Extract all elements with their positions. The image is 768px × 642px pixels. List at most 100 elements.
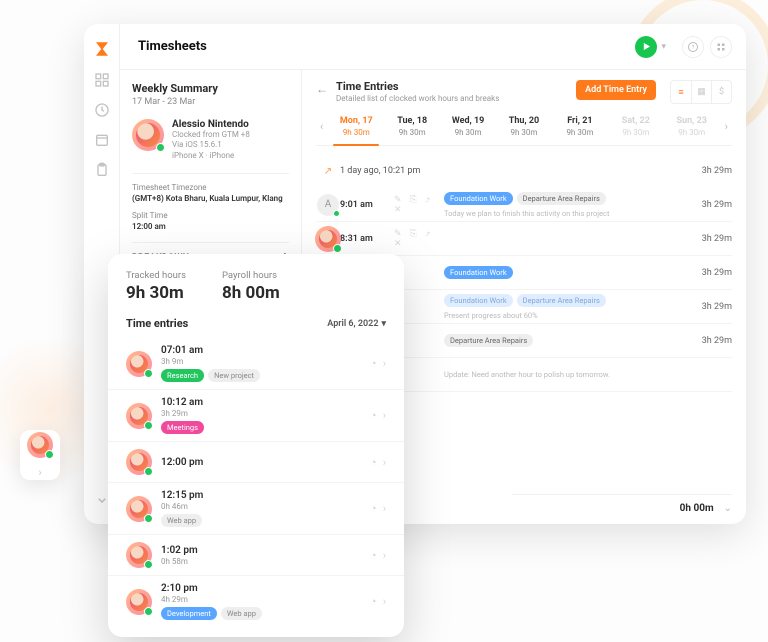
add-time-entry-button[interactable]: Add Time Entry [576,80,656,100]
user-meta-2: Via iOS 15.6.1 [172,140,250,150]
back-button[interactable]: ← [316,82,328,96]
popup-entry[interactable]: 10:12 am3h 29m Meetings ◔ › [108,389,404,441]
page-title: Timesheets [138,39,207,54]
next-week-button[interactable]: › [721,120,732,133]
mini-rail: › [20,430,60,480]
calendar-icon[interactable] [94,132,110,148]
entry-note: Update: Need another hour to polish up t… [444,370,610,379]
popup-avatar [126,351,152,377]
payroll-value: 8h 00m [222,283,280,303]
popup-avatar [126,542,152,568]
chevron-right-icon[interactable]: › [383,409,386,422]
arrow-out-icon: ↗ [324,166,332,177]
popup-entry-dur: 3h 29m [161,409,361,418]
day-tab[interactable]: Fri, 219h 30m [553,116,607,137]
split-label: Split Time [132,211,168,220]
prev-week-button[interactable]: ‹ [316,120,327,133]
play-caret-icon[interactable]: ▾ [661,42,666,52]
user-meta-1: Clocked from GTM +8 [172,130,250,140]
help-button[interactable]: ? [682,36,704,58]
popup-entry[interactable]: 2:10 pm4h 29m Development Web app ◔ › [108,575,404,627]
apps-button[interactable] [710,36,732,58]
chevron-right-icon[interactable]: › [383,549,386,562]
caret-down-icon: ▾ [381,319,386,329]
summary-range: 17 Mar - 23 Mar [132,97,289,107]
popup-tag: Meetings [161,421,204,434]
entries-subtitle: Detailed list of clocked work hours and … [336,94,499,103]
entry-time: 8:31 am [340,234,394,244]
svg-text:?: ? [692,45,695,51]
chevron-right-icon[interactable]: › [383,502,386,515]
popup-date-picker[interactable]: April 6, 2022 ▾ [327,319,386,329]
app-logo [93,40,111,58]
clipboard-icon[interactable] [94,162,110,178]
tracked-value: 9h 30m [126,283,186,303]
clock-icon: ◔ [370,595,377,608]
day-tab[interactable]: Sun, 239h 30m [665,116,719,137]
mini-avatar[interactable] [27,432,53,458]
dashboard-icon[interactable] [94,72,110,88]
popup-avatar [126,496,152,522]
popup-avatar [126,403,152,429]
entry-row[interactable]: 8:31 am✎ ⎘ ⤴ ✕ 3h 29m [316,222,732,256]
clock-icon: ◔ [370,502,377,515]
payroll-label: Payroll hours [222,270,280,281]
view-money-icon[interactable]: $ [711,81,731,103]
popup-tag: Development [161,607,217,620]
view-toggle[interactable]: ≡ ▦ $ [670,80,732,104]
entry-note: Today we plan to finish this activity on… [444,209,609,218]
popup-entry-dur: 4h 29m [161,595,361,604]
popup-entry[interactable]: 1:02 pm0h 58m ◔ › [108,534,404,575]
day-tabs: ‹ Mon, 179h 30mTue, 189h 30mWed, 199h 30… [316,116,732,146]
popup-entry-time: 07:01 am [161,345,361,356]
total-duration: 0h 00m [680,503,714,514]
day-tab[interactable]: Sat, 229h 30m [609,116,663,137]
topbar: Timesheets ▾ ? [120,24,746,70]
view-grid-icon[interactable]: ▦ [691,81,711,103]
popup-entry[interactable]: 12:15 pm0h 46mWeb app◔› [108,482,404,534]
entry-action-icons[interactable]: ✎ ⎘ ⤴ ✕ [394,229,444,249]
chevron-right-icon[interactable]: › [383,357,386,370]
day-tab[interactable]: Thu, 209h 30m [497,116,551,137]
chevron-down-icon[interactable]: ⌄ [724,503,732,514]
user-avatar [132,119,164,151]
avatar-letter: A [317,194,339,216]
clock-icon: ◔ [370,357,377,370]
entries-footer: 0h 00m ⌄ [512,494,732,514]
popup-entry-time: 10:12 am [161,397,361,408]
popup-entry[interactable]: 12:00 pm◔› [108,441,404,482]
popup-tag: Web app [221,607,262,620]
time-entries-popup: Tracked hours 9h 30m Payroll hours 8h 00… [108,254,404,637]
popup-entry-time: 12:15 pm [161,490,361,501]
tz-label: Timesheet Timezone [132,183,207,192]
day-tab[interactable]: Tue, 189h 30m [385,116,439,137]
clock-icon: ◔ [370,409,377,422]
popup-entry[interactable]: 07:01 am3h 9mResearchNew project◔› [108,338,404,389]
chevron-right-icon[interactable]: › [38,466,41,479]
entry-row[interactable]: A9:01 am✎ ⎘ ⤴ ✕Foundation WorkDeparture … [316,188,732,222]
entry-note: Present progress about 60% [444,311,538,320]
entry-avatar [315,226,341,252]
clock-icon[interactable] [94,102,110,118]
popup-entry-time: 1:02 pm [161,545,361,556]
play-button[interactable] [635,36,657,58]
popup-entry-time: 12:00 pm [161,457,361,468]
popup-tag: Web app [161,514,202,527]
user-card: Alessio Nintendo Clocked from GTM +8 Via… [132,119,289,161]
popup-tag: Research [161,369,204,382]
day-tab[interactable]: Mon, 179h 30m [329,116,383,137]
chevron-right-icon[interactable]: › [383,456,386,469]
entry-action-icons[interactable]: ✎ ⎘ ⤴ ✕ [394,195,444,215]
entry-duration: 3h 29m [688,234,732,244]
split-value: 12:00 am [132,221,289,232]
clock-icon: ◔ [370,549,377,562]
day-tab[interactable]: Wed, 199h 30m [441,116,495,137]
popup-entry-dur: 0h 58m [161,557,361,566]
popup-entry-time: 2:10 pm [161,583,361,594]
relative-time-row: ↗ 1 day ago, 10:21 pm 3h 29m [316,154,732,188]
view-list-icon[interactable]: ≡ [671,81,691,103]
chevron-right-icon[interactable]: › [383,595,386,608]
popup-entry-dur: 3h 9m [161,357,361,366]
user-meta-3: iPhone X · iPhone [172,151,250,161]
entry-duration: 3h 29m [688,302,732,312]
